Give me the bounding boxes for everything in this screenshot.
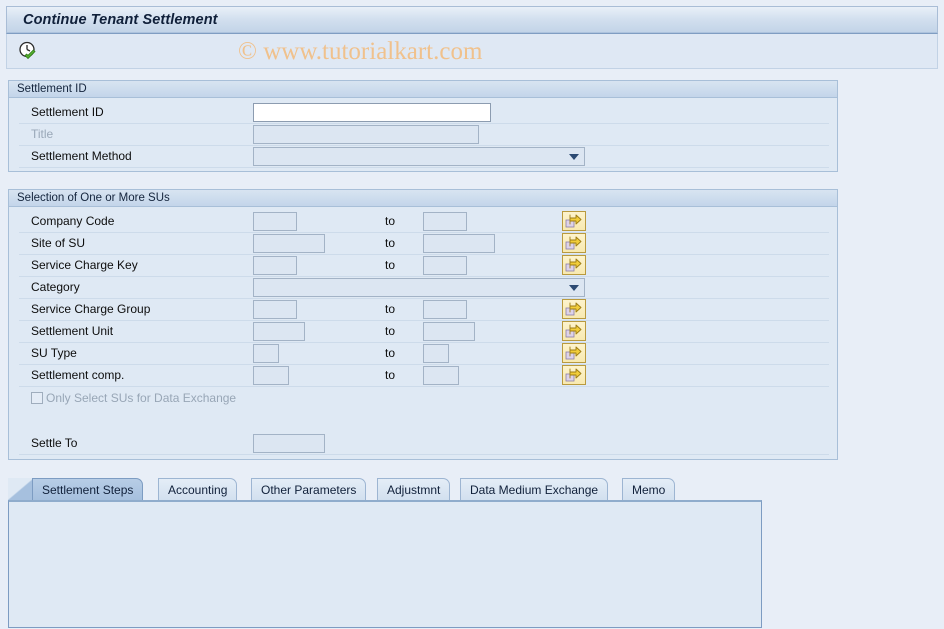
tab-adjustmnt[interactable]: Adjustmnt	[377, 478, 451, 500]
to-label-site-of-su: to	[385, 236, 396, 250]
group-settlement-id: Settlement ID Settlement ID Title Settle…	[8, 80, 838, 172]
only-select-sus-checkbox-row[interactable]: Only Select SUs for Data Exchange	[31, 389, 236, 407]
window-title-bar: Continue Tenant Settlement	[6, 6, 938, 34]
label-service-charge-key: Service Charge Key	[31, 258, 138, 272]
su-type-from-input[interactable]	[253, 344, 279, 363]
label-settlement-method: Settlement Method	[31, 149, 132, 163]
group-legend-settlement-id: Settlement ID	[9, 81, 837, 98]
tab-other-parameters[interactable]: Other Parameters	[251, 478, 367, 500]
to-label-settlement-unit: to	[385, 324, 396, 338]
checkbox-only-select-sus[interactable]	[31, 392, 43, 404]
form-row-title: Title	[19, 124, 829, 146]
to-label-su-type: to	[385, 346, 396, 360]
service-charge-key-to-input[interactable]	[423, 256, 467, 275]
to-label-settlement-comp: to	[385, 368, 396, 382]
settle-to-input[interactable]	[253, 434, 325, 453]
clock-check-icon[interactable]	[15, 39, 41, 63]
chevron-down-icon	[569, 154, 579, 160]
form-row-company-code: Company Code to	[19, 211, 829, 233]
form-row-su-type: SU Type to	[19, 343, 829, 365]
form-row-settle-to: Settle To	[19, 433, 829, 455]
label-settle-to: Settle To	[31, 436, 78, 450]
toolbar	[6, 34, 938, 69]
settlement-comp-to-input[interactable]	[423, 366, 459, 385]
form-row-service-charge-key: Service Charge Key to	[19, 255, 829, 277]
label-settlement-unit: Settlement Unit	[31, 324, 114, 338]
label-category: Category	[31, 280, 80, 294]
tab-accounting[interactable]: Accounting	[158, 478, 238, 500]
form-row-category: Category	[19, 277, 829, 299]
form-row-settlement-comp: Settlement comp. to	[19, 365, 829, 387]
tabstrip: Settlement Steps Accounting Other Parame…	[8, 478, 762, 500]
label-company-code: Company Code	[31, 214, 115, 228]
su-type-multiselect-button[interactable]	[562, 343, 586, 363]
to-label-service-charge-key: to	[385, 258, 396, 272]
tab-content-panel	[8, 500, 762, 628]
service-charge-group-to-input[interactable]	[423, 300, 467, 319]
label-site-of-su: Site of SU	[31, 236, 86, 250]
settlement-id-input[interactable]	[253, 103, 491, 122]
company-code-multiselect-button[interactable]	[562, 211, 586, 231]
service-charge-key-multiselect-button[interactable]	[562, 255, 586, 275]
settlement-comp-multiselect-button[interactable]	[562, 365, 586, 385]
site-of-su-from-input[interactable]	[253, 234, 325, 253]
settlement-method-dropdown[interactable]	[253, 147, 585, 166]
label-settlement-comp: Settlement comp.	[31, 368, 125, 382]
form-row-site-of-su: Site of SU to	[19, 233, 829, 255]
form-row-settlement-method: Settlement Method	[19, 146, 829, 168]
label-only-select-sus: Only Select SUs for Data Exchange	[46, 391, 237, 405]
company-code-to-input[interactable]	[423, 212, 467, 231]
category-dropdown[interactable]	[253, 278, 585, 297]
tab-settlement-steps[interactable]: Settlement Steps	[32, 478, 144, 500]
label-title: Title	[31, 127, 54, 141]
group-su-selection: Selection of One or More SUs Company Cod…	[8, 189, 838, 460]
form-row-settlement-unit: Settlement Unit to	[19, 321, 829, 343]
su-type-to-input[interactable]	[423, 344, 449, 363]
group-legend-su-selection: Selection of One or More SUs	[9, 190, 837, 207]
settlement-unit-from-input[interactable]	[253, 322, 305, 341]
form-row-service-charge-group: Service Charge Group to	[19, 299, 829, 321]
service-charge-group-multiselect-button[interactable]	[562, 299, 586, 319]
settlement-unit-to-input[interactable]	[423, 322, 475, 341]
service-charge-group-from-input[interactable]	[253, 300, 297, 319]
tab-memo[interactable]: Memo	[622, 478, 676, 500]
to-label-company-code: to	[385, 214, 396, 228]
site-of-su-to-input[interactable]	[423, 234, 495, 253]
service-charge-key-from-input[interactable]	[253, 256, 297, 275]
tab-data-medium-exchange[interactable]: Data Medium Exchange	[460, 478, 609, 500]
label-su-type: SU Type	[31, 346, 77, 360]
title-input[interactable]	[253, 125, 479, 144]
form-row-settlement-id: Settlement ID	[19, 102, 829, 124]
settlement-unit-multiselect-button[interactable]	[562, 321, 586, 341]
label-service-charge-group: Service Charge Group	[31, 302, 151, 316]
settlement-comp-from-input[interactable]	[253, 366, 289, 385]
to-label-service-charge-group: to	[385, 302, 396, 316]
page-title: Continue Tenant Settlement	[23, 12, 218, 28]
site-of-su-multiselect-button[interactable]	[562, 233, 586, 253]
chevron-down-icon	[569, 285, 579, 291]
label-settlement-id: Settlement ID	[31, 105, 104, 119]
company-code-from-input[interactable]	[253, 212, 297, 231]
